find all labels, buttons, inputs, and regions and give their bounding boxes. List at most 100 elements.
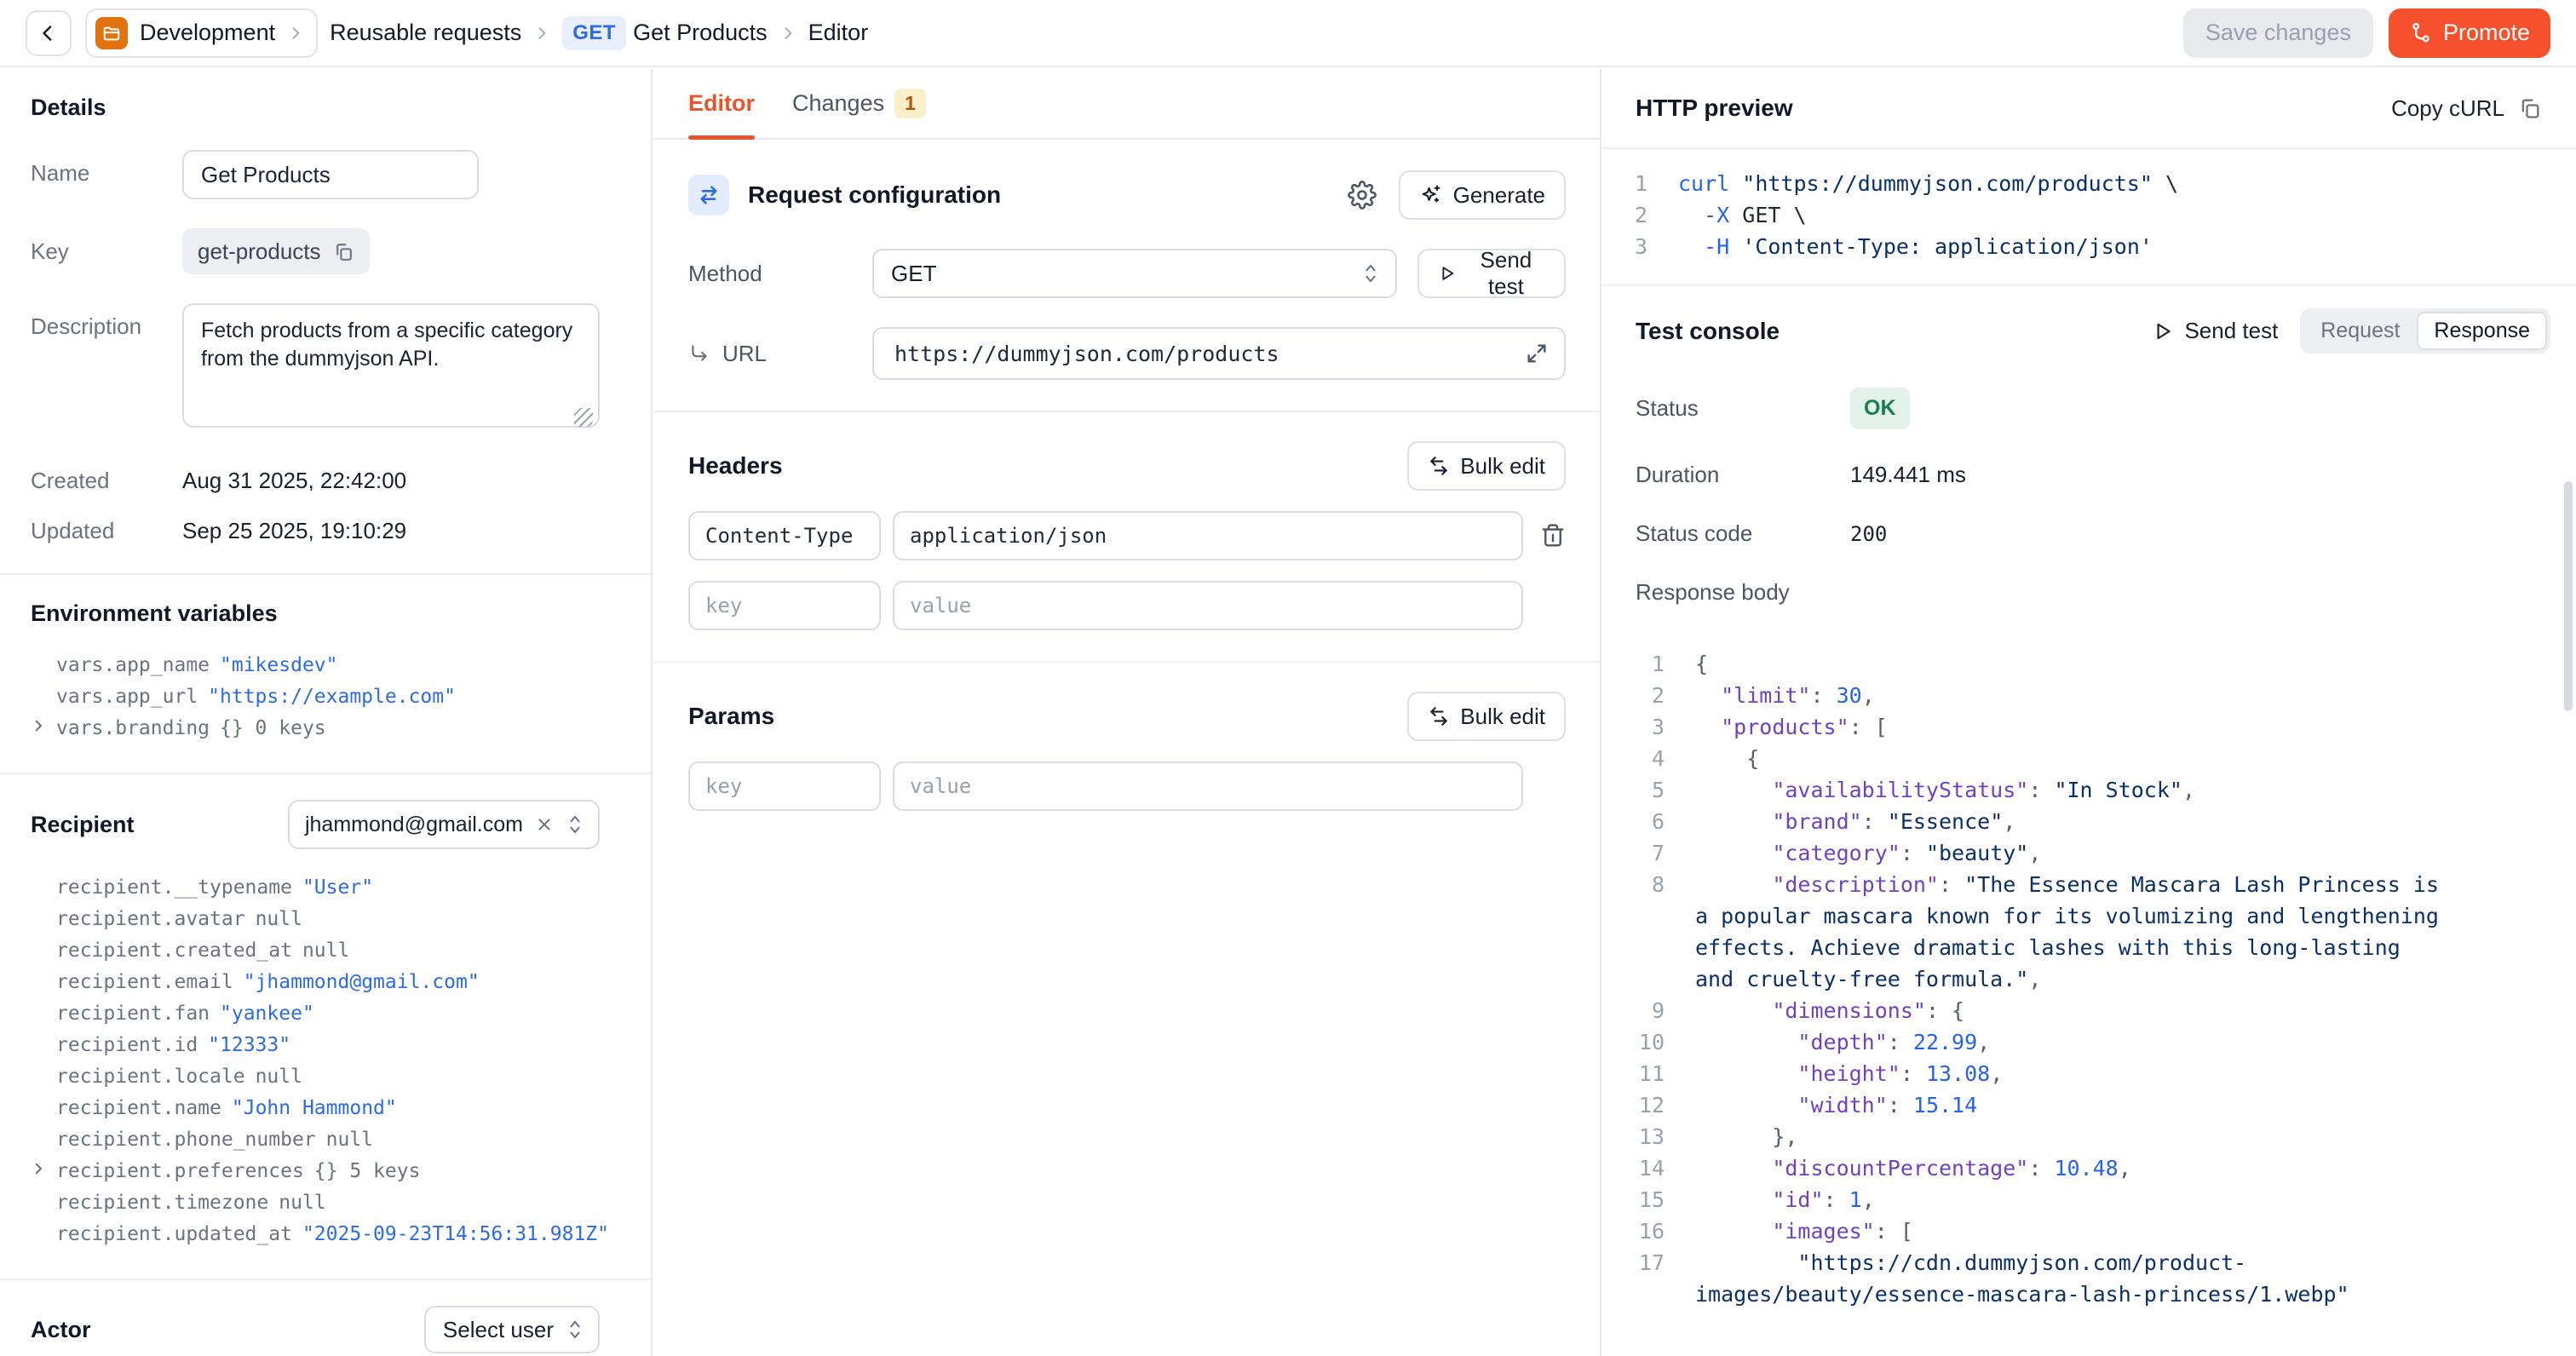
url-row: URL [688, 327, 1566, 380]
header-key-input[interactable] [688, 511, 881, 560]
created-value: Aug 31 2025, 22:42:00 [182, 468, 406, 494]
header-value-input-empty[interactable] [893, 581, 1523, 630]
environment-switcher[interactable]: Development [85, 9, 318, 58]
code-line: 1 { [1601, 648, 2576, 680]
chevron-right-icon [779, 25, 796, 42]
send-test-label: Send test [1467, 247, 1545, 300]
breadcrumb: Reusable requests GET Get Products Edito… [330, 16, 868, 50]
promote-button[interactable]: Promote [2389, 9, 2550, 58]
breadcrumb-reusable-requests[interactable]: Reusable requests [330, 20, 521, 46]
url-input[interactable] [894, 342, 1525, 366]
chevron-up-down-icon [1361, 262, 1380, 284]
corner-down-right-icon [688, 342, 710, 365]
line-number: 8 [1601, 869, 1695, 995]
tab-editor-label: Editor [688, 90, 755, 117]
tab-editor[interactable]: Editor [688, 69, 755, 138]
recipient-property-row: recipient.__typename "User" [31, 871, 600, 903]
preview-panel: HTTP preview Copy cURL 1 curl "https://d… [1600, 69, 2576, 1356]
header-row [688, 511, 1566, 560]
method-row: Method GET Send test [688, 249, 1566, 298]
recipient-select[interactable]: jhammond@gmail.com [288, 800, 600, 849]
code-content: "availabilityStatus": "In Stock", [1695, 774, 2443, 806]
line-number: 3 [1601, 231, 1678, 262]
recipient-property-row: recipient.avatar null [31, 903, 600, 934]
save-changes-button[interactable]: Save changes [2183, 9, 2373, 58]
clear-icon[interactable] [535, 815, 554, 834]
breadcrumb-request-name[interactable]: Get Products [633, 20, 768, 46]
tab-changes-label: Changes [792, 90, 884, 117]
duration-row: Duration 149.441 ms [1601, 462, 2576, 488]
code-content: "products": [ [1695, 711, 2443, 743]
property-name: recipient.phone_number [56, 1129, 316, 1151]
console-send-test-label: Send test [2184, 318, 2278, 344]
actor-select[interactable]: Select user [424, 1306, 600, 1353]
environment-variables-heading: Environment variables [31, 600, 600, 627]
line-number: 10 [1601, 1026, 1695, 1058]
editor-main: Editor Changes 1 Request configuration G… [654, 69, 1600, 1356]
line-number: 9 [1601, 995, 1695, 1026]
name-input[interactable] [182, 150, 479, 199]
chevron-right-icon[interactable] [31, 718, 46, 733]
code-content: "width": 15.14 [1695, 1089, 2443, 1121]
property-value: "jhammond@gmail.com" [244, 971, 480, 993]
send-test-button[interactable]: Send test [1417, 249, 1566, 298]
params-bulk-edit-label: Bulk edit [1460, 704, 1545, 730]
header-key-input-empty[interactable] [688, 581, 881, 630]
headers-heading: Headers [688, 452, 783, 480]
code-line: 17 "https://cdn.dummyjson.com/product-im… [1601, 1247, 2576, 1310]
recipient-selected-value: jhammond@gmail.com [305, 813, 523, 837]
details-heading: Details [31, 95, 600, 121]
property-value: null [256, 1066, 302, 1088]
sparkles-icon [1419, 183, 1443, 207]
code-line: 4 { [1601, 743, 2576, 774]
toggle-response[interactable]: Response [2417, 312, 2547, 350]
back-button[interactable] [26, 10, 72, 56]
recipient-property-row: recipient.created_at null [31, 934, 600, 966]
toggle-request[interactable]: Request [2303, 312, 2417, 350]
console-send-test-button[interactable]: Send test [2152, 318, 2278, 344]
recipient-property-row: recipient.name "John Hammond" [31, 1092, 600, 1123]
promote-label: Promote [2443, 20, 2530, 46]
delete-header-button[interactable] [1540, 523, 1566, 549]
code-content: curl "https://dummyjson.com/products" \ [1678, 168, 2178, 199]
actor-section: Actor Select user [31, 1280, 600, 1356]
created-label: Created [31, 468, 182, 494]
headers-bulk-edit-button[interactable]: Bulk edit [1407, 441, 1566, 491]
breadcrumb-editor[interactable]: Editor [808, 20, 869, 46]
actor-heading: Actor [31, 1317, 91, 1343]
url-label: URL [722, 341, 767, 367]
line-number: 12 [1601, 1089, 1695, 1121]
recipient-property-row: recipient.timezone null [31, 1186, 600, 1218]
header-value-input[interactable] [893, 511, 1523, 560]
recipient-property-row: recipient.updated_at "2025-09-23T14:56:3… [31, 1218, 600, 1250]
line-number: 11 [1601, 1058, 1695, 1089]
param-key-input[interactable] [688, 761, 881, 811]
description-textarea[interactable]: Fetch products from a specific category … [182, 303, 600, 428]
chevron-left-icon [37, 22, 60, 44]
resize-handle[interactable] [574, 408, 593, 427]
line-number: 2 [1601, 199, 1678, 231]
property-name: recipient.id [56, 1034, 198, 1056]
scrollbar-thumb[interactable] [2564, 481, 2573, 711]
params-bulk-edit-button[interactable]: Bulk edit [1407, 692, 1566, 741]
copy-curl-button[interactable]: Copy cURL [2391, 95, 2542, 122]
code-line: 9 "dimensions": { [1601, 995, 2576, 1026]
code-line: 12 "width": 15.14 [1601, 1089, 2576, 1121]
key-pill: get-products [182, 228, 370, 274]
method-select[interactable]: GET [872, 249, 1397, 298]
gear-icon[interactable] [1348, 181, 1377, 210]
line-number: 5 [1601, 774, 1695, 806]
property-value: "12333" [208, 1034, 290, 1056]
expand-icon[interactable] [1525, 342, 1549, 365]
generate-button[interactable]: Generate [1399, 170, 1566, 220]
param-value-input[interactable] [893, 761, 1523, 811]
recipient-property-row: recipient.email "jhammond@gmail.com" [31, 966, 600, 997]
bulk-edit-icon [1428, 705, 1450, 727]
tab-changes[interactable]: Changes 1 [792, 69, 926, 138]
chevron-up-down-icon [566, 1319, 584, 1341]
code-content: "description": "The Essence Mascara Lash… [1695, 869, 2443, 995]
response-body-code: 1 { 2 "limit": 30, 3 "products": [ 4 { 5 [1601, 629, 2576, 1310]
copy-icon[interactable] [333, 241, 354, 262]
chevron-right-icon[interactable] [31, 1161, 46, 1176]
code-content: }, [1695, 1121, 2443, 1152]
